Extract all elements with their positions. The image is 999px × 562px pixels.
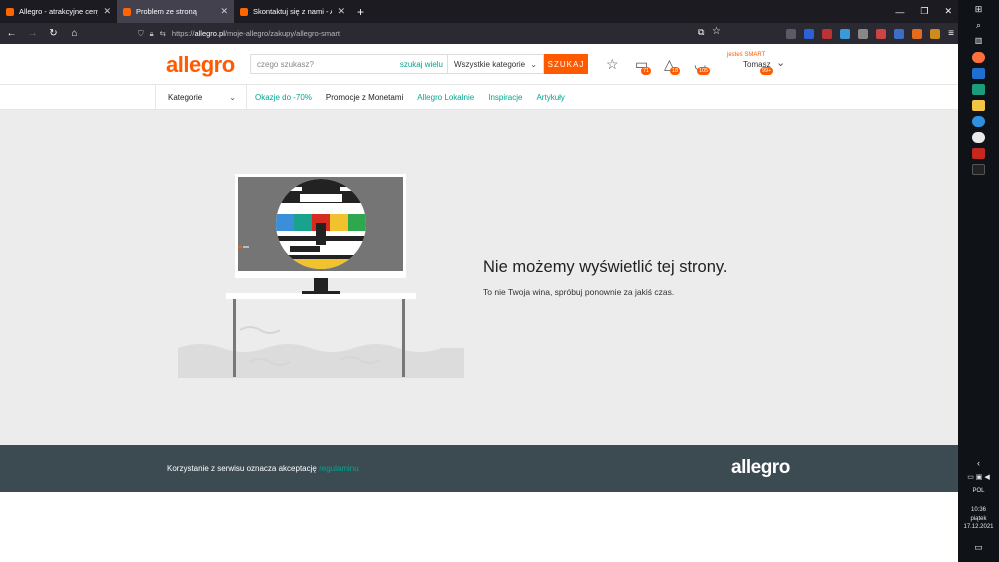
language-indicator[interactable]: POL xyxy=(958,488,999,494)
tab-problem[interactable]: Problem ze stroną ✕ xyxy=(117,0,234,23)
clock-time[interactable]: 10:36 xyxy=(958,507,999,513)
categories-button[interactable]: Kategorie ⌄ xyxy=(155,85,247,110)
rss-icon[interactable] xyxy=(912,28,923,39)
chrome-icon[interactable] xyxy=(972,132,985,143)
error-subtitle: To nie Twoja wina, spróbuj ponownie za j… xyxy=(483,287,675,297)
search-icon[interactable]: ⌕ xyxy=(958,20,999,31)
tab-close-icon[interactable]: ✕ xyxy=(220,6,228,17)
search-input[interactable]: czego szukasz? szukaj wielu xyxy=(250,54,448,74)
allegro-favicon-icon xyxy=(123,7,131,16)
forward-icon[interactable]: → xyxy=(23,28,42,39)
nav-link-promocje[interactable]: Promocje z Monetami xyxy=(326,93,403,102)
lock-icon[interactable]: 🔒︎ xyxy=(150,29,154,39)
extension-icon[interactable] xyxy=(894,28,905,39)
system-tray-icons[interactable]: ▭ ▣ ◀︎ xyxy=(958,473,999,481)
permissions-icon[interactable]: ⇆ xyxy=(160,29,166,38)
error-page: Nie możemy wyświetlić tej strony. To nie… xyxy=(0,110,958,445)
browser-tab-bar: Allegro - atrakcyjne ceny ✕ Problem ze s… xyxy=(0,0,958,23)
allegro-favicon-icon xyxy=(6,7,14,16)
outlook-icon[interactable] xyxy=(972,68,985,79)
footer-allegro-logo[interactable]: allegro xyxy=(731,457,790,479)
extension-icon[interactable] xyxy=(876,28,887,39)
clock-date: 17.12.2021 xyxy=(963,524,994,530)
nav-link-lokalnie[interactable]: Allegro Lokalnie xyxy=(417,93,474,102)
search-button[interactable]: SZUKAJ xyxy=(544,54,588,74)
edge-icon[interactable] xyxy=(972,116,985,127)
nav-link-okazje[interactable]: Okazje do -70% xyxy=(255,93,312,102)
broken-tv-illustration xyxy=(178,174,464,378)
new-tab-button[interactable]: + xyxy=(351,0,370,23)
tab-close-icon[interactable]: ✕ xyxy=(103,6,111,17)
allegro-favicon-icon xyxy=(240,7,248,16)
windows-start-icon[interactable]: ⊞ xyxy=(958,4,999,15)
bookmark-star-icon[interactable]: ☆ xyxy=(712,26,721,37)
tab-title: Allegro - atrakcyjne ceny xyxy=(19,7,99,16)
user-badge: 99+ xyxy=(760,67,774,75)
clock-day: piątek xyxy=(970,516,987,522)
file-explorer-icon[interactable] xyxy=(972,100,985,111)
favorites-star-icon[interactable]: ☆ xyxy=(606,56,619,73)
notifications-badge: 18 xyxy=(670,67,681,75)
minimize-icon[interactable]: — xyxy=(895,7,904,17)
cart-badge: 105 xyxy=(697,67,711,75)
tab-allegro[interactable]: Allegro - atrakcyjne ceny ✕ xyxy=(0,0,117,23)
extensions-toolbar: ≡ xyxy=(786,23,954,44)
categories-label: Kategorie xyxy=(168,93,203,102)
extension-icon[interactable] xyxy=(822,28,833,39)
task-view-icon[interactable]: ▥ xyxy=(958,36,999,45)
terms-link[interactable]: regulaminu xyxy=(319,464,359,473)
home-icon[interactable]: ⌂ xyxy=(65,28,84,39)
shield-icon[interactable]: ⛉ xyxy=(138,29,144,39)
firefox-icon[interactable] xyxy=(972,52,985,63)
chevron-down-icon[interactable]: ⌄ xyxy=(776,56,785,69)
tab-title: Skontaktuj się z nami - Allegro xyxy=(253,7,332,16)
search-placeholder: czego szukasz? xyxy=(257,59,314,69)
app-icon[interactable] xyxy=(972,84,985,95)
back-icon[interactable]: ← xyxy=(2,28,21,39)
tab-contact[interactable]: Skontaktuj się z nami - Allegro ✕ xyxy=(234,0,351,23)
reload-icon[interactable]: ↻ xyxy=(44,28,63,39)
category-select[interactable]: Wszystkie kategorie ⌄ xyxy=(448,54,544,74)
tab-close-icon[interactable]: ✕ xyxy=(337,6,345,17)
extension-icon[interactable] xyxy=(858,28,869,39)
nav-links: Okazje do -70% Promocje z Monetami Alleg… xyxy=(255,85,565,110)
site-header: allegro czego szukasz? szukaj wielu Wszy… xyxy=(0,44,958,84)
menu-icon[interactable]: ≡ xyxy=(948,28,954,39)
category-select-value: Wszystkie kategorie xyxy=(454,59,526,69)
tab-title: Problem ze stroną xyxy=(136,7,197,16)
notifications-icon[interactable]: ▭ xyxy=(958,542,999,553)
chevron-down-icon: ⌄ xyxy=(530,59,537,69)
chevron-down-icon: ⌄ xyxy=(229,93,236,102)
filezilla-icon[interactable] xyxy=(972,148,985,159)
windows-taskbar: ⊞ ⌕ ▥ ‹ ▭ ▣ ◀︎ POL 10:36 piątek 17.12.20… xyxy=(958,0,999,562)
url-text: https://allegro.pl/moje-allegro/zakupy/a… xyxy=(171,29,340,38)
footer-text: Korzystanie z serwisu oznacza akceptację… xyxy=(167,464,359,473)
window-controls: — ❐ ✕ xyxy=(895,0,952,23)
close-window-icon[interactable]: ✕ xyxy=(944,6,952,17)
allegro-logo[interactable]: allegro xyxy=(166,52,235,78)
category-bar: Kategorie ⌄ Okazje do -70% Promocje z Mo… xyxy=(0,84,958,110)
site-footer: Korzystanie z serwisu oznacza akceptację… xyxy=(0,445,958,492)
messages-badge: 71 xyxy=(641,67,652,75)
nav-link-artykuly[interactable]: Artykuły xyxy=(536,93,564,102)
pocket-icon[interactable] xyxy=(786,28,797,39)
translate-icon[interactable]: ⧉ xyxy=(698,27,704,38)
search-many-link[interactable]: szukaj wielu xyxy=(400,60,443,69)
url-bar[interactable]: ⛉ 🔒︎ ⇆ https://allegro.pl/moje-allegro/z… xyxy=(138,26,728,41)
restore-icon[interactable]: ❐ xyxy=(920,6,928,17)
app-icon[interactable] xyxy=(972,164,985,175)
browser-nav-bar: ← → ↻ ⌂ ⛉ 🔒︎ ⇆ https://allegro.pl/moje-a… xyxy=(0,23,958,44)
nav-link-inspiracje[interactable]: Inspiracje xyxy=(488,93,522,102)
extension-icon[interactable] xyxy=(840,28,851,39)
error-title: Nie możemy wyświetlić tej strony. xyxy=(483,258,728,276)
extension-icon[interactable] xyxy=(930,28,941,39)
extension-icon[interactable] xyxy=(804,28,815,39)
chevron-left-icon[interactable]: ‹ xyxy=(958,458,999,468)
